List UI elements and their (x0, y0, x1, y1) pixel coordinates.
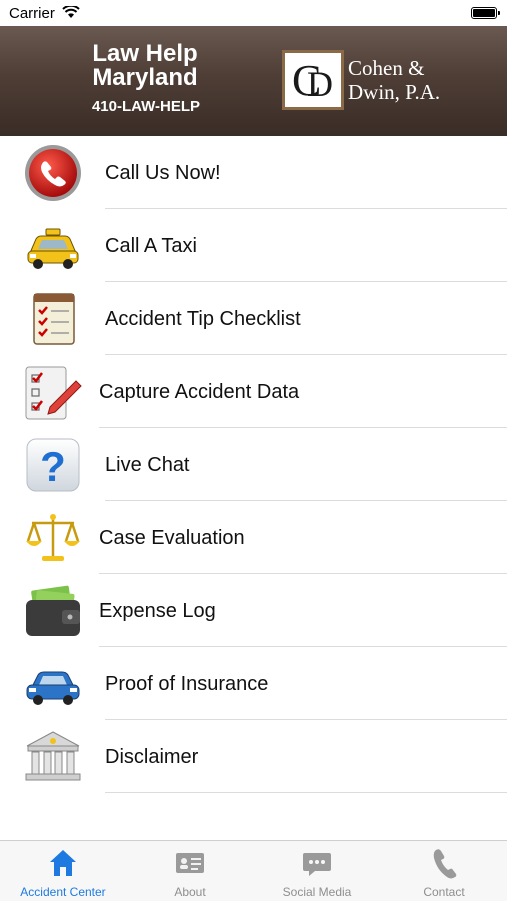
question-icon: ? (26, 438, 80, 492)
menu-item-accident-tip-checklist[interactable]: Accident Tip Checklist (0, 282, 507, 355)
menu-item-case-evaluation[interactable]: Case Evaluation (0, 501, 507, 574)
tab-contact[interactable]: Contact (381, 841, 507, 901)
menu-item-proof-of-insurance[interactable]: Proof of Insurance (0, 647, 507, 720)
logo-letter-d: D (307, 64, 333, 104)
menu-item-disclaimer[interactable]: Disclaimer (0, 720, 507, 793)
wallet-icon (26, 585, 80, 636)
courthouse-icon (25, 731, 81, 781)
menu-item-call-us-now[interactable]: Call Us Now! (0, 136, 507, 209)
menu-item-label: Disclaimer (105, 746, 199, 768)
menu-item-capture-accident-data[interactable]: Capture Accident Data (0, 355, 507, 428)
menu-item-live-chat[interactable]: ? Live Chat (0, 428, 507, 501)
clipboard-pencil-icon (25, 366, 82, 420)
battery-icon (471, 7, 500, 19)
menu-item-label: Call A Taxi (105, 235, 197, 257)
phone-handset-icon (433, 849, 457, 879)
menu-item-call-a-taxi[interactable]: Call A Taxi (0, 209, 507, 282)
header-phone-number[interactable]: 410-LAW-HELP (76, 98, 216, 115)
tab-label: Social Media (282, 885, 352, 899)
phone-icon (25, 145, 81, 201)
menu-item-label: Live Chat (105, 454, 190, 476)
id-card-icon (176, 853, 204, 873)
firm-logo: C D (282, 50, 344, 110)
firm-name-line-2: Dwin, P.A. (348, 80, 441, 104)
tab-social-media[interactable]: Social Media (254, 841, 380, 901)
menu-item-label: Capture Accident Data (99, 381, 300, 403)
carrier-label: Carrier (9, 5, 55, 22)
taxi-icon (27, 228, 79, 269)
tab-label: Accident Center (20, 885, 106, 899)
firm-name-line-1: Cohen & (348, 56, 425, 80)
wifi-icon (62, 6, 80, 18)
tab-about[interactable]: About (127, 841, 253, 901)
menu-item-expense-log[interactable]: Expense Log (0, 574, 507, 647)
app-header: Law Help Maryland 410-LAW-HELP C D Cohen… (0, 26, 507, 136)
menu-item-label: Proof of Insurance (105, 673, 269, 695)
status-bar: Carrier (0, 0, 507, 26)
menu-list: Call Us Now! Call A Taxi Accident Tip Ch… (0, 136, 507, 793)
home-icon (50, 850, 76, 876)
tab-accident-center[interactable]: Accident Center (0, 841, 126, 901)
menu-item-label: Accident Tip Checklist (105, 308, 301, 330)
row-divider (105, 792, 507, 793)
svg-text:?: ? (40, 443, 66, 490)
chat-bubble-icon (303, 853, 331, 876)
title-line-1: Law Help (92, 40, 198, 67)
menu-item-label: Expense Log (99, 600, 216, 622)
checklist-icon (33, 293, 75, 345)
tab-bar: Accident Center About Social Media Conta… (0, 840, 507, 901)
menu-item-label: Case Evaluation (99, 527, 245, 549)
menu-item-label: Call Us Now! (105, 162, 221, 184)
firm-name: Cohen & Dwin, P.A. (348, 56, 440, 104)
title-line-2: Maryland (92, 64, 198, 91)
car-icon (26, 671, 80, 705)
tab-label: Contact (423, 885, 465, 899)
scales-icon (26, 514, 80, 561)
tab-label: About (174, 885, 206, 899)
app-title: Law Help Maryland (80, 42, 210, 90)
